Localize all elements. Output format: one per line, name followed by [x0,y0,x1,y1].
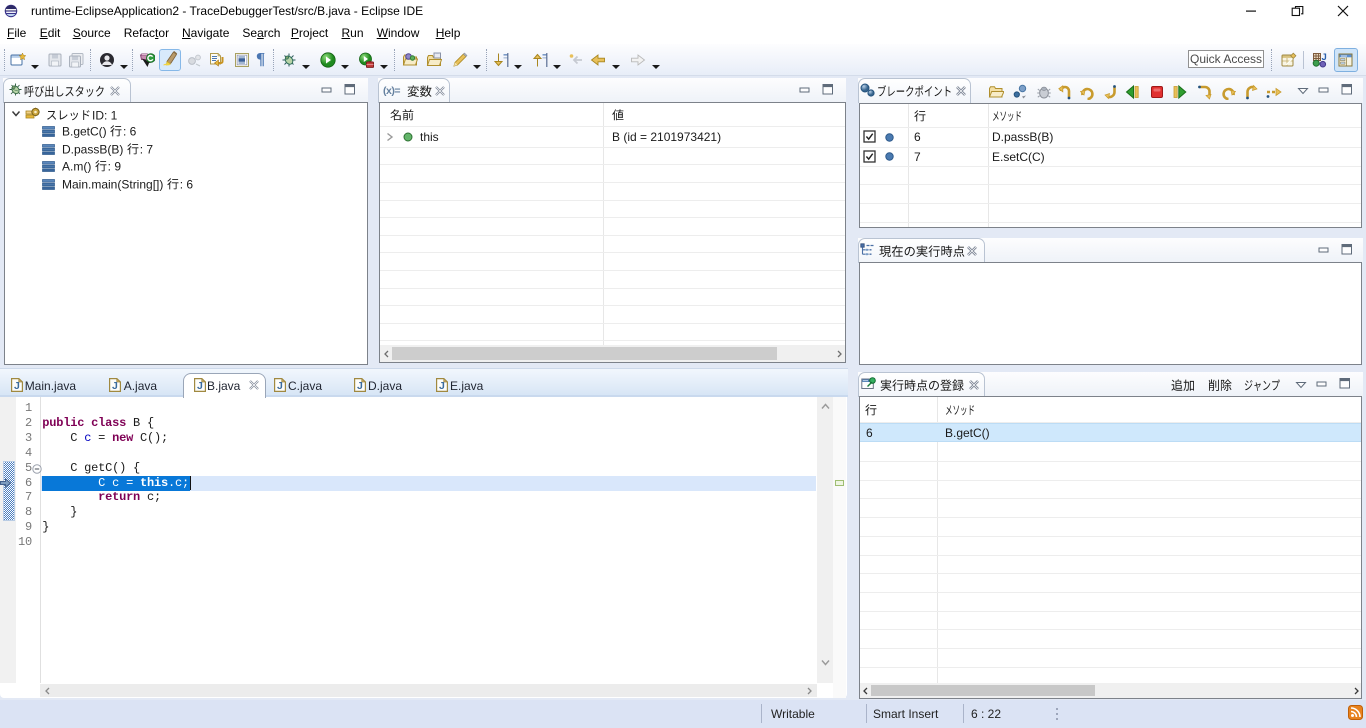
svg-text:J: J [112,380,118,392]
svg-text:J: J [439,380,445,392]
svg-text:J: J [357,380,363,392]
svg-text:J: J [277,380,283,392]
svg-text:J: J [14,380,20,392]
svg-text:J: J [197,380,203,392]
